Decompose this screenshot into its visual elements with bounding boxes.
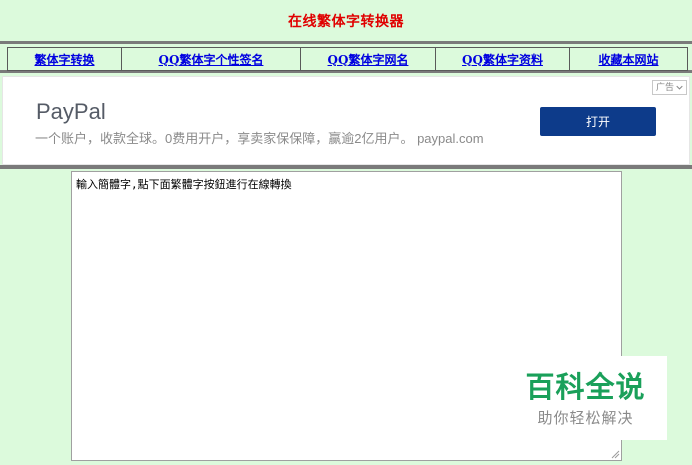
ad-description: 一个账户，收款全球。0费用开户，享卖家保保障，赢逾2亿用户。 paypal.co… <box>35 131 484 146</box>
watermark-logo: 百科全说 助你轻松解决 <box>504 356 667 440</box>
nav-link-traditional-convert[interactable]: 繁体字转换 <box>34 53 94 67</box>
nav-cell: QQ繁体字网名 <box>300 47 436 71</box>
nav-table: 繁体字转换 QQ繁体字个性签名 QQ繁体字网名 QQ繁体字资料 收藏本网站 <box>7 47 688 71</box>
nav-cell: 收藏本网站 <box>569 47 688 71</box>
nav-link-qq-nickname[interactable]: QQ繁体字网名 <box>328 53 409 67</box>
nav-link-bookmark-site[interactable]: 收藏本网站 <box>598 53 658 67</box>
nav-link-qq-profile[interactable]: QQ繁体字资料 <box>462 53 543 67</box>
ad-open-button[interactable]: 打开 <box>540 107 656 136</box>
ad-banner[interactable]: PayPal 一个账户，收款全球。0费用开户，享卖家保保障，赢逾2亿用户。 pa… <box>2 76 690 165</box>
ad-badge-label: 广告 <box>655 82 674 92</box>
chevron-down-icon <box>676 85 683 90</box>
nav-cell: 繁体字转换 <box>7 47 122 71</box>
page-title: 在线繁体字转换器 <box>288 13 404 30</box>
nav-bar: 繁体字转换 QQ繁体字个性签名 QQ繁体字网名 QQ繁体字资料 收藏本网站 <box>0 41 692 73</box>
watermark-subtitle: 助你轻松解决 <box>537 409 634 427</box>
nav-cell: QQ繁体字资料 <box>435 47 570 71</box>
nav-cell: QQ繁体字个性签名 <box>121 47 301 71</box>
watermark-title: 百科全说 <box>525 370 646 404</box>
ad-badge[interactable]: 广告 <box>651 80 687 95</box>
ad-brand: PayPal <box>36 99 106 124</box>
section-divider <box>0 165 692 169</box>
nav-link-qq-signature[interactable]: QQ繁体字个性签名 <box>159 53 264 67</box>
resize-grip-icon[interactable] <box>610 449 620 459</box>
